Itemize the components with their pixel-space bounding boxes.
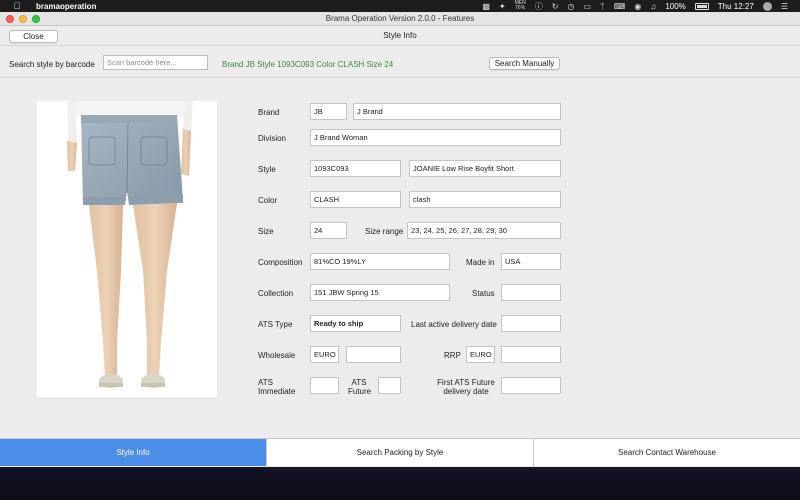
composition-label: Composition: [258, 258, 303, 267]
style-label: Style: [258, 165, 276, 174]
dropbox-icon[interactable]: ✦: [499, 2, 506, 11]
first-future-delivery-label: First ATS Future delivery date: [434, 378, 498, 396]
tab-search-packing-by-style[interactable]: Search Packing by Style: [267, 439, 534, 466]
color-code-field[interactable]: CLASH: [310, 191, 401, 208]
battery-percent: 100%: [665, 1, 686, 11]
window-title: Brama Operation Version 2.0.0 - Features: [325, 14, 475, 23]
window-zoom-button[interactable]: [32, 15, 40, 23]
style-name-field[interactable]: JOANIE Low Rise Boyfit Short: [409, 160, 561, 177]
collection-field[interactable]: 151 JBW Spring 15: [310, 284, 450, 301]
rrp-currency-field[interactable]: EURO: [466, 346, 495, 363]
clock[interactable]: Thu 12:27: [718, 2, 754, 11]
search-bar: Search style by barcode Brand JB Style 1…: [0, 46, 800, 78]
style-code-field[interactable]: 1093C093: [310, 160, 401, 177]
division-label: Division: [258, 134, 287, 143]
size-range-label: Size range: [365, 227, 404, 236]
user-avatar-icon[interactable]: [762, 1, 772, 11]
size-label: Size: [258, 227, 274, 236]
keyboard-icon[interactable]: ⌨: [614, 2, 626, 11]
ats-immediate-label-line-2: Immediate: [258, 387, 296, 396]
ats-future-label-line-1: ATS: [351, 378, 367, 387]
product-photo-drawing: [67, 101, 193, 388]
app-window: Brama Operation Version 2.0.0 - Features…: [0, 12, 800, 467]
ats-immediate-label: ATS Immediate: [258, 378, 295, 396]
brand-name-field[interactable]: J Brand: [353, 103, 561, 120]
apple-icon[interactable]: : [10, 1, 24, 11]
bottom-tab-bar: Style Info Search Packing by Style Searc…: [0, 438, 800, 466]
window-minimize-button[interactable]: [19, 15, 27, 23]
sync-icon[interactable]: ↻: [552, 2, 559, 11]
brand-code-field[interactable]: JB: [310, 103, 347, 120]
status-field[interactable]: [501, 284, 561, 301]
first-future-delivery-label-line-1: First ATS Future: [437, 378, 495, 387]
ats-future-label: ATS Future: [348, 378, 372, 396]
first-future-delivery-label-line-2: delivery date: [443, 387, 489, 396]
search-result-text: Brand JB Style 1093C093 Color CLASH Size…: [222, 60, 394, 69]
status-menus: ▩ ✦ MEN 76% ⓘ ↻ ◷ ▭ ᛉ ⌨ ◉ ♫ 100% Thu 12:2…: [482, 1, 800, 12]
memory-meter-icon[interactable]: MEN 76%: [515, 1, 526, 11]
page-title: Style Info: [383, 31, 417, 40]
barcode-search-input[interactable]: [103, 55, 208, 70]
made-in-field[interactable]: USA: [501, 253, 561, 270]
tab-search-contact-warehouse[interactable]: Search Contact Warehouse: [534, 439, 800, 466]
battery-icon[interactable]: [694, 2, 709, 10]
window-titlebar[interactable]: Brama Operation Version 2.0.0 - Features: [0, 12, 800, 26]
ats-type-field[interactable]: Ready to ship: [310, 315, 401, 332]
status-label: Status: [472, 289, 495, 298]
app-icon[interactable]: ▩: [482, 2, 490, 11]
size-range-field[interactable]: 23, 24, 25, 26, 27, 28, 29, 30: [407, 222, 561, 239]
color-name-field[interactable]: clash: [409, 191, 561, 208]
rrp-value-field[interactable]: [501, 346, 561, 363]
ats-immediate-field[interactable]: [310, 377, 339, 394]
app-name[interactable]: bramaoperation: [36, 2, 96, 11]
division-field[interactable]: J Brand Woman: [310, 129, 561, 146]
airplay-icon[interactable]: ▭: [583, 2, 591, 11]
ats-future-field[interactable]: [378, 377, 401, 394]
wholesale-value-field[interactable]: [346, 346, 401, 363]
first-future-delivery-field[interactable]: [501, 377, 561, 394]
last-delivery-label: Last active delivery date: [411, 320, 497, 329]
size-field[interactable]: 24: [310, 222, 347, 239]
style-info-panel: Brand JB J Brand Division J Brand Woman …: [0, 80, 800, 438]
wholesale-label: Wholesale: [258, 351, 296, 360]
ats-type-label: ATS Type: [258, 320, 293, 329]
rrp-label: RRP: [444, 351, 461, 360]
ats-immediate-label-line-1: ATS: [258, 378, 273, 387]
search-manually-button[interactable]: Search Manually: [489, 57, 560, 70]
last-delivery-field[interactable]: [501, 315, 561, 332]
ats-future-label-line-2: Future: [348, 387, 372, 396]
brand-label: Brand: [258, 108, 280, 117]
bluetooth-icon[interactable]: ᛉ: [600, 2, 605, 11]
close-button[interactable]: Close: [9, 30, 58, 43]
time-machine-icon[interactable]: ◷: [567, 2, 574, 11]
volume-icon[interactable]: ♫: [650, 2, 656, 11]
wifi-icon[interactable]: ◉: [634, 2, 641, 11]
color-label: Color: [258, 196, 278, 205]
desktop-background: [0, 467, 800, 500]
collection-label: Collection: [258, 289, 294, 298]
search-label: Search style by barcode: [9, 60, 95, 69]
window-controls: [6, 15, 40, 23]
info-icon[interactable]: ⓘ: [535, 1, 543, 12]
window-close-button[interactable]: [6, 15, 14, 23]
tab-style-info[interactable]: Style Info: [0, 439, 267, 466]
wholesale-currency-field[interactable]: EURO: [310, 346, 339, 363]
notification-center-icon[interactable]: ☰: [781, 2, 788, 11]
made-in-label: Made in: [466, 258, 495, 267]
product-image: [37, 101, 217, 397]
menu-bar:  bramaoperation ▩ ✦ MEN76% ⓘ ↻ ◷ ▭ ᛉ ⌨ …: [0, 0, 800, 12]
composition-field[interactable]: 81%CO 19%LY: [310, 253, 450, 270]
header-bar: Close Style Info: [0, 26, 800, 46]
